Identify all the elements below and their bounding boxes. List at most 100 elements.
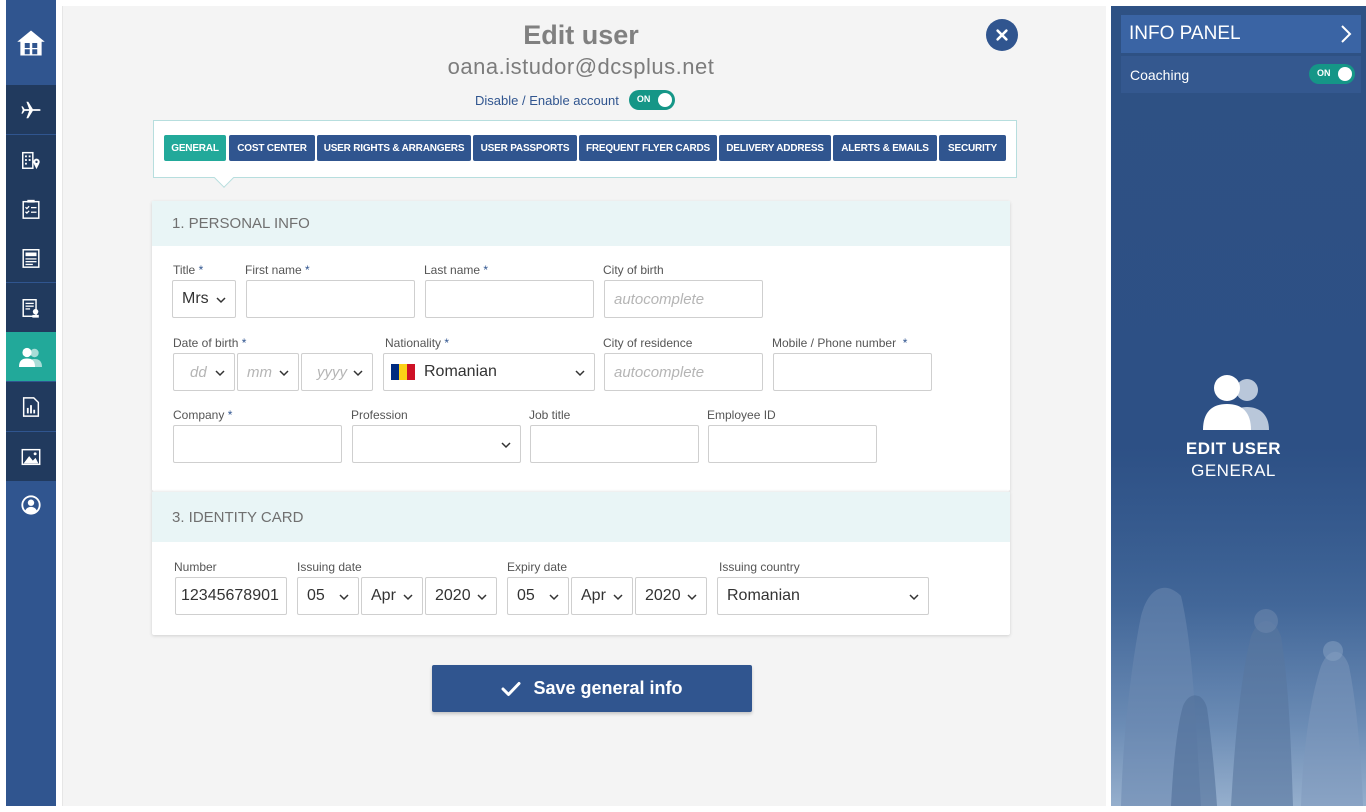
panel-section-title: EDIT USER xyxy=(1185,439,1282,458)
expiry-year-select[interactable]: 2020 xyxy=(635,577,707,615)
city-residence-input[interactable]: autocomplete xyxy=(604,353,763,391)
company-label-text: Company xyxy=(173,408,225,422)
id-number-input[interactable]: 12345678901 xyxy=(175,577,287,615)
expiry-date-label: Expiry date xyxy=(507,560,568,574)
sidebar-item-approvals[interactable] xyxy=(6,283,56,332)
dob-year-select[interactable]: yyyy xyxy=(301,353,373,391)
active-tab-pointer xyxy=(214,168,234,188)
user-email: oana.istudor@dcsplus.net xyxy=(447,54,715,79)
approval-icon xyxy=(22,298,39,318)
tabs-bar: GENERAL COST CENTER USER RIGHTS & ARRANG… xyxy=(153,120,1017,188)
sidebar-item-gallery[interactable] xyxy=(6,432,56,481)
job-title-input[interactable] xyxy=(530,425,699,463)
title-value: Mrs xyxy=(182,290,209,307)
sidebar-item-checklist[interactable] xyxy=(6,184,56,233)
last-name-label-text: Last name xyxy=(424,263,481,277)
sidebar-item-flights[interactable] xyxy=(6,85,56,134)
title-select[interactable]: Mrs xyxy=(172,280,236,318)
employee-id-input[interactable] xyxy=(708,425,877,463)
issuing-country-value: Romanian xyxy=(727,587,800,604)
users-icon xyxy=(19,347,42,367)
city-birth-input[interactable]: autocomplete xyxy=(604,280,763,318)
personal-info-card: 1. PERSONAL INFO Title * Mrs First name … xyxy=(152,201,1010,491)
dob-label: Date of birth * xyxy=(173,336,246,350)
tab-delivery-address[interactable]: DELIVERY ADDRESS xyxy=(719,135,831,161)
chevron-down-icon xyxy=(339,594,349,601)
panel-section-subtitle: GENERAL xyxy=(1191,461,1276,480)
info-panel-header[interactable]: INFO PANEL xyxy=(1121,15,1361,53)
job-title-label: Job title xyxy=(529,408,571,422)
statistics-icon xyxy=(22,396,40,417)
chevron-down-icon xyxy=(909,594,919,601)
tab-security[interactable]: SECURITY xyxy=(939,135,1006,161)
chevron-down-icon xyxy=(575,370,585,377)
sidebar-item-home[interactable] xyxy=(6,18,56,67)
employee-id-label: Employee ID xyxy=(707,408,776,422)
required-mark: * xyxy=(198,263,204,277)
coaching-toggle[interactable]: ON xyxy=(1309,64,1355,84)
required-mark: * xyxy=(241,336,247,350)
issue-year-select[interactable]: 2020 xyxy=(425,577,497,615)
account-toggle[interactable]: ON xyxy=(628,90,675,110)
expiry-month-select[interactable]: Apr xyxy=(571,577,633,615)
sidebar-item-hotels[interactable] xyxy=(6,135,56,184)
account-toggle-state: ON xyxy=(636,94,651,104)
issuing-country-select[interactable]: Romanian xyxy=(717,577,929,615)
expiry-year-value: 2020 xyxy=(645,587,681,604)
chevron-down-icon xyxy=(477,594,487,601)
expiry-month-value: Apr xyxy=(581,587,606,604)
crowd-background-image xyxy=(1111,486,1366,806)
expiry-day-select[interactable]: 05 xyxy=(507,577,569,615)
tab-general[interactable]: GENERAL xyxy=(164,135,226,161)
nationality-label-text: Nationality xyxy=(385,336,442,350)
app-root: Edit user oana.istudor@dcsplus.net Disab… xyxy=(0,0,1366,812)
flight-icon xyxy=(21,101,41,118)
chevron-down-icon xyxy=(549,594,559,601)
dob-month-select[interactable]: mm xyxy=(237,353,299,391)
coaching-label: Coaching xyxy=(1130,66,1190,83)
chevron-down-icon xyxy=(613,594,623,601)
romania-flag-icon xyxy=(391,364,415,380)
company-input[interactable] xyxy=(173,425,342,463)
profile-icon xyxy=(21,494,41,515)
sidebar-item-reports[interactable] xyxy=(6,233,56,282)
tab-alerts-emails[interactable]: ALERTS & EMAILS xyxy=(833,135,937,161)
close-button[interactable] xyxy=(986,19,1018,51)
save-general-info-button[interactable]: Save general info xyxy=(432,665,752,712)
personal-info-heading: 1. PERSONAL INFO xyxy=(152,201,1010,246)
profession-label: Profession xyxy=(351,408,408,422)
last-name-input[interactable] xyxy=(425,280,594,318)
sidebar-item-profile[interactable] xyxy=(6,480,56,529)
phone-input[interactable] xyxy=(773,353,932,391)
city-birth-label: City of birth xyxy=(603,263,664,277)
tab-cost-center[interactable]: COST CENTER xyxy=(229,135,315,161)
tab-user-passports[interactable]: USER PASSPORTS xyxy=(473,135,577,161)
issue-month-select[interactable]: Apr xyxy=(361,577,423,615)
issue-month-value: Apr xyxy=(371,587,396,604)
id-number-label: Number xyxy=(174,560,217,574)
first-name-label: First name * xyxy=(245,263,310,277)
sidebar-item-users[interactable] xyxy=(6,332,56,381)
account-toggle-label: Disable / Enable account xyxy=(475,92,619,108)
nationality-select[interactable]: Romanian xyxy=(383,353,595,391)
save-button-label: Save general info xyxy=(533,678,683,698)
account-toggle-row: Disable / Enable account ON xyxy=(475,90,675,110)
tab-frequent-flyer[interactable]: FREQUENT FLYER CARDS xyxy=(579,135,717,161)
first-name-label-text: First name xyxy=(245,263,302,277)
left-sidebar xyxy=(6,0,56,806)
chevron-down-icon xyxy=(353,370,363,377)
issuing-country-label: Issuing country xyxy=(719,560,800,574)
dob-day-select[interactable]: dd xyxy=(173,353,235,391)
sidebar-item-statistics[interactable] xyxy=(6,382,56,431)
first-name-input[interactable] xyxy=(246,280,415,318)
check-icon xyxy=(501,681,521,696)
checklist-icon xyxy=(22,199,40,219)
profession-select[interactable] xyxy=(352,425,521,463)
issue-day-select[interactable]: 05 xyxy=(297,577,359,615)
tab-user-rights[interactable]: USER RIGHTS & ARRANGERS xyxy=(317,135,471,161)
phone-label: Mobile / Phone number * xyxy=(772,336,907,350)
hotel-icon xyxy=(22,151,40,169)
city-residence-label: City of residence xyxy=(603,336,693,350)
dob-day-placeholder: dd xyxy=(190,363,207,381)
required-mark: * xyxy=(227,408,233,422)
